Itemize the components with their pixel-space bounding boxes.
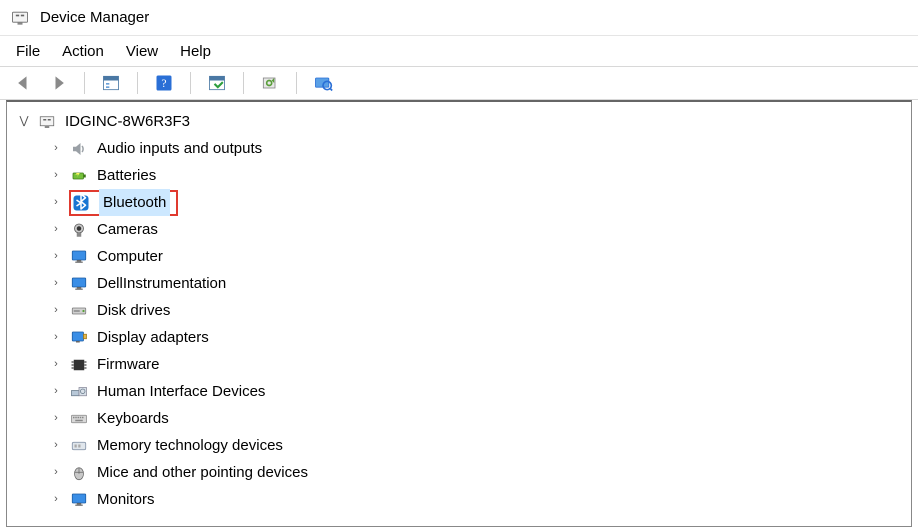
tree-item-label: Cameras: [97, 216, 158, 243]
tree-item-computer[interactable]: › Computer: [7, 243, 911, 270]
toolbar-separator: [190, 72, 191, 94]
chevron-right-icon[interactable]: ›: [49, 486, 63, 513]
camera-icon: [69, 220, 89, 240]
tree-item-label: Monitors: [97, 486, 155, 513]
toolbar-separator: [243, 72, 244, 94]
tree-item-label: Audio inputs and outputs: [97, 135, 262, 162]
tree-item-label: Bluetooth: [99, 189, 170, 216]
tree-item-label: Display adapters: [97, 324, 209, 351]
help-icon: ?: [153, 73, 175, 93]
scan-icon: [206, 73, 228, 93]
tree-item-hid[interactable]: › Human Interface Devices: [7, 378, 911, 405]
tree-root[interactable]: ⋁ IDGINC-8W6R3F3: [7, 108, 911, 135]
show-icon: [312, 73, 334, 93]
chip-icon: [69, 355, 89, 375]
chevron-right-icon[interactable]: ›: [49, 189, 63, 216]
toolbar-forward-button[interactable]: [44, 70, 72, 96]
highlight-annotation: Bluetooth: [69, 190, 178, 216]
chevron-right-icon[interactable]: ›: [49, 351, 63, 378]
toolbar-properties-button[interactable]: [97, 70, 125, 96]
tree-item-label: Computer: [97, 243, 163, 270]
tree-item-keyboards[interactable]: › Keyboards: [7, 405, 911, 432]
menu-file[interactable]: File: [16, 43, 40, 60]
disk-icon: [69, 301, 89, 321]
chevron-right-icon[interactable]: ›: [49, 135, 63, 162]
speaker-icon: [69, 139, 89, 159]
battery-icon: [69, 166, 89, 186]
monitor-icon: [69, 274, 89, 294]
toolbar-back-button[interactable]: [10, 70, 38, 96]
tree-item-label: Memory technology devices: [97, 432, 283, 459]
tree-item-label: DellInstrumentation: [97, 270, 226, 297]
properties-icon: [100, 73, 122, 93]
svg-text:?: ?: [161, 77, 166, 90]
tree-item-label: Human Interface Devices: [97, 378, 265, 405]
chevron-right-icon[interactable]: ›: [49, 297, 63, 324]
chevron-right-icon[interactable]: ›: [49, 378, 63, 405]
toolbar-help-button[interactable]: ?: [150, 70, 178, 96]
tree-item-cameras[interactable]: › Cameras: [7, 216, 911, 243]
menu-view[interactable]: View: [126, 43, 158, 60]
tree-item-batteries[interactable]: › Batteries: [7, 162, 911, 189]
keyboard-icon: [69, 409, 89, 429]
tree-item-label: Mice and other pointing devices: [97, 459, 308, 486]
toolbar-show-hidden-button[interactable]: [309, 70, 337, 96]
memory-icon: [69, 436, 89, 456]
device-manager-icon: [10, 8, 30, 28]
device-tree[interactable]: ⋁ IDGINC-8W6R3F3 › Audio inputs and outp…: [6, 100, 912, 527]
hid-icon: [69, 382, 89, 402]
toolbar-separator: [137, 72, 138, 94]
titlebar: Device Manager: [0, 0, 918, 36]
chevron-right-icon[interactable]: ›: [49, 459, 63, 486]
tree-item-label: Disk drives: [97, 297, 170, 324]
tree-item-bluetooth[interactable]: › Bluetooth: [7, 189, 911, 216]
tree-item-label: Keyboards: [97, 405, 169, 432]
tree-item-mice[interactable]: › Mice and other pointing devices: [7, 459, 911, 486]
chevron-right-icon[interactable]: ›: [49, 243, 63, 270]
monitor-icon: [69, 490, 89, 510]
toolbar-separator: [296, 72, 297, 94]
toolbar-update-button[interactable]: [256, 70, 284, 96]
menu-help[interactable]: Help: [180, 43, 211, 60]
chevron-right-icon[interactable]: ›: [49, 162, 63, 189]
tree-item-firmware[interactable]: › Firmware: [7, 351, 911, 378]
toolbar-separator: [84, 72, 85, 94]
menu-action[interactable]: Action: [62, 43, 104, 60]
tree-item-display-adapters[interactable]: › Display adapters: [7, 324, 911, 351]
toolbar-scan-button[interactable]: [203, 70, 231, 96]
computer-root-icon: [37, 112, 57, 132]
chevron-right-icon[interactable]: ›: [49, 270, 63, 297]
bluetooth-icon: [71, 193, 91, 213]
tree-root-label: IDGINC-8W6R3F3: [65, 108, 190, 135]
chevron-right-icon[interactable]: ›: [49, 216, 63, 243]
tree-item-monitors[interactable]: › Monitors: [7, 486, 911, 513]
chevron-right-icon[interactable]: ›: [49, 405, 63, 432]
chevron-right-icon[interactable]: ›: [49, 432, 63, 459]
display-adapter-icon: [69, 328, 89, 348]
tree-item-audio[interactable]: › Audio inputs and outputs: [7, 135, 911, 162]
menubar: File Action View Help: [0, 36, 918, 66]
window-title: Device Manager: [40, 9, 149, 26]
tree-item-memory[interactable]: › Memory technology devices: [7, 432, 911, 459]
monitor-icon: [69, 247, 89, 267]
tree-item-label: Batteries: [97, 162, 156, 189]
back-icon: [13, 73, 35, 93]
forward-icon: [47, 73, 69, 93]
tree-item-label: Firmware: [97, 351, 160, 378]
tree-item-disk-drives[interactable]: › Disk drives: [7, 297, 911, 324]
expander-icon[interactable]: ⋁: [17, 108, 31, 135]
tree-item-dellinstrumentation[interactable]: › DellInstrumentation: [7, 270, 911, 297]
chevron-right-icon[interactable]: ›: [49, 324, 63, 351]
update-icon: [259, 73, 281, 93]
mouse-icon: [69, 463, 89, 483]
toolbar: ?: [0, 66, 918, 100]
